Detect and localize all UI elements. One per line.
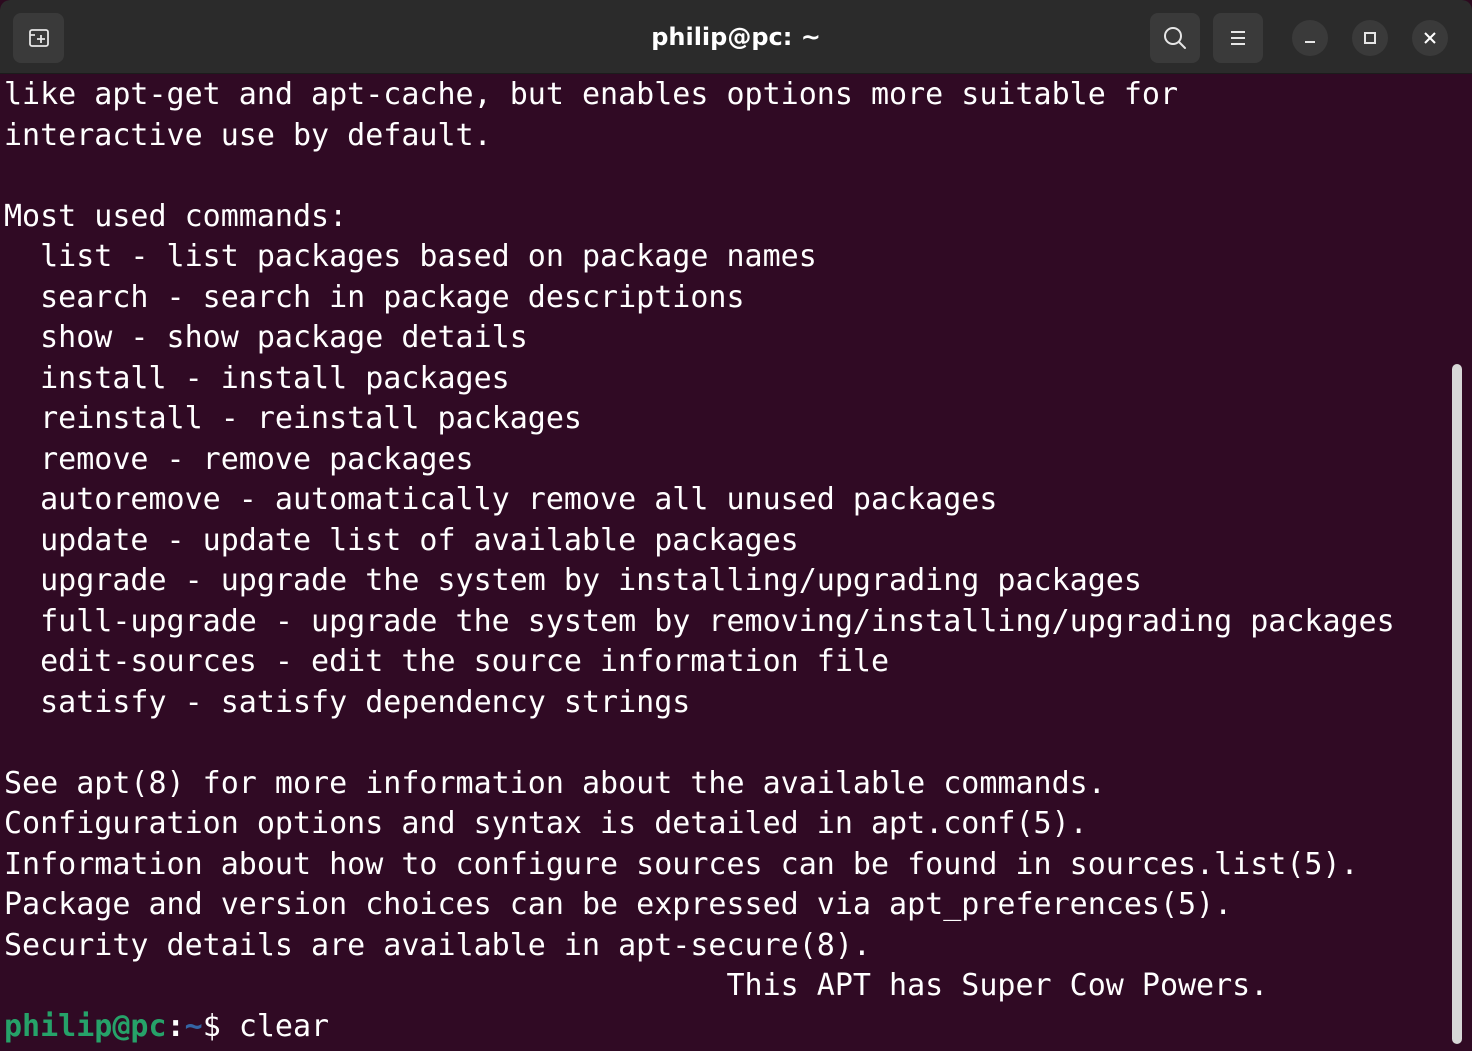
prompt-user-host: philip@pc [4,1009,167,1044]
new-tab-button[interactable] [13,13,64,63]
terminal-line: Configuration options and syntax is deta… [4,806,1088,841]
terminal-line: reinstall - reinstall packages [4,401,582,436]
minimize-icon [1305,41,1315,43]
terminal-line: Security details are available in apt-se… [4,927,871,963]
close-button[interactable] [1412,20,1448,56]
terminal-line: update - update list of available packag… [4,522,799,558]
hamburger-menu-icon [1231,31,1245,45]
terminal-line: upgrade - upgrade the system by installi… [4,563,1142,598]
terminal-line: Package and version choices can be expre… [4,887,1233,922]
new-tab-icon [28,29,49,47]
maximize-button[interactable] [1352,20,1388,56]
prompt-symbol: $ [202,1009,239,1044]
terminal-line: full-upgrade - upgrade the system by rem… [4,603,1395,639]
minimize-button[interactable] [1292,20,1328,56]
terminal-output[interactable]: like apt-get and apt-cache, but enables … [0,74,1472,1051]
terminal-lines: like apt-get and apt-cache, but enables … [4,75,1395,1007]
terminal-line: Information about how to configure sourc… [4,846,1359,882]
terminal-line: satisfy - satisfy dependency strings [4,684,691,720]
close-icon [1424,32,1436,44]
prompt-separator: : [166,1009,185,1044]
terminal-line: edit-sources - edit the source informati… [4,644,890,679]
title-bar[interactable]: philip@pc: ~ [0,0,1472,74]
search-icon [1164,27,1186,49]
terminal-line: show - show package details [4,320,528,355]
terminal-line: remove - remove packages [4,441,474,477]
terminal-line: See apt(8) for more information about th… [4,765,1106,801]
terminal-window: philip@pc: ~ like apt-get and apt-cache,… [0,0,1472,1051]
menu-button[interactable] [1213,13,1263,63]
scrollbar-thumb[interactable] [1452,364,1462,1044]
terminal-line: install - install packages [4,360,510,396]
terminal-line: interactive use by default. [4,117,492,153]
terminal-line: list - list packages based on package na… [4,239,817,274]
terminal-line: This APT has Super Cow Powers. [4,968,1269,1003]
command-prompt[interactable]: philip@pc:~$ clear [4,1007,329,1048]
maximize-icon [1364,32,1376,44]
search-button[interactable] [1150,13,1200,63]
terminal-line: Most used commands: [4,198,348,234]
terminal-line: search - search in package descriptions [4,279,745,315]
prompt-directory: ~ [184,1009,203,1044]
typed-command[interactable]: clear [239,1009,329,1044]
vertical-scrollbar[interactable] [1452,364,1462,1044]
terminal-line: autoremove - automatically remove all un… [4,482,998,517]
terminal-line: like apt-get and apt-cache, but enables … [4,77,1178,112]
